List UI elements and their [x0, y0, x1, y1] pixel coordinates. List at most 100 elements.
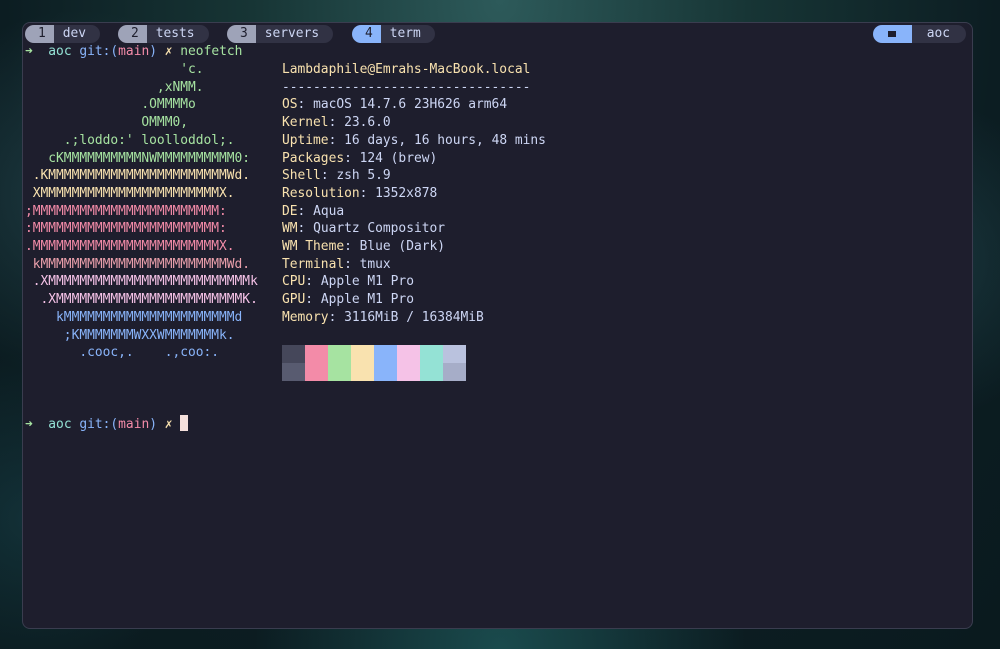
tab-dev[interactable]: 1 dev — [25, 25, 101, 43]
tab-servers[interactable]: 3 servers — [227, 25, 334, 43]
logo-line: .KMMMMMMMMMMMMMMMMMMMMMMMWd. — [25, 168, 251, 184]
tab-index: 1 — [25, 25, 54, 43]
tab-tests[interactable]: 2 tests — [118, 25, 209, 43]
info-value: Apple M1 Pro — [320, 274, 414, 290]
logo-line: 'c. — [25, 62, 204, 77]
info-row: Memory: 3116MiB / 16384MiB — [282, 309, 484, 325]
info-row: OS: macOS 14.7.6 23H626 arm64 — [282, 97, 508, 113]
info-row: Packages: 124 (brew) — [282, 150, 438, 166]
prompt-dir: aoc — [48, 44, 72, 59]
info-key: Shell — [282, 168, 321, 184]
info-value: Apple M1 Pro — [320, 292, 414, 308]
info-key: Uptime — [282, 132, 329, 148]
info-value: zsh 5.9 — [336, 168, 391, 184]
tab-label: servers — [255, 25, 334, 43]
logo-line: .MMMMMMMMMMMMMMMMMMMMMMMMX. — [25, 239, 235, 254]
logo-line: ;KMMMMMMMWXXWMMMMMMMk. — [25, 327, 235, 343]
text-cursor — [180, 415, 189, 431]
git-prefix: git:( — [79, 417, 119, 432]
tab-index: 2 — [118, 25, 147, 43]
logo-line: XMMMMMMMMMMMMMMMMMMMMMMMX. — [25, 185, 235, 201]
prompt-line: ➜ aoc git:(main) ✗ neofetch — [25, 43, 242, 61]
color-swatch — [351, 345, 374, 363]
info-value: Blue (Dark) — [359, 239, 445, 254]
logo-line: .;loddo:' loolloddol;. — [25, 132, 235, 148]
info-row: Resolution: 1352x878 — [282, 185, 438, 201]
color-swatch — [374, 363, 397, 381]
info-row: CPU: Apple M1 Pro — [282, 274, 414, 290]
logo-line: .XMMMMMMMMMMMMMMMMMMMMMMMMMMk — [25, 274, 258, 290]
color-swatch — [282, 363, 305, 381]
logo-line: ;MMMMMMMMMMMMMMMMMMMMMMMM: — [25, 203, 227, 219]
color-swatch — [443, 345, 466, 363]
info-value: 124 (brew) — [359, 150, 438, 166]
info-value: 3116MiB / 16384MiB — [344, 309, 484, 325]
color-swatch — [305, 345, 328, 363]
info-key: Kernel — [282, 115, 329, 131]
session-name: aoc — [911, 25, 966, 43]
tab-term[interactable]: 4 term — [352, 25, 435, 43]
info-value: tmux — [359, 256, 391, 272]
git-dirty-icon: ✗ — [164, 417, 173, 432]
tab-index: 4 — [352, 25, 381, 43]
tmux-status-bar: 1 dev 2 tests 3 servers 4 term aoc — [25, 25, 970, 43]
color-swatch — [305, 363, 328, 381]
prompt-line[interactable]: ➜ aoc git:(main) ✗ — [25, 415, 189, 434]
info-key: OS — [282, 97, 298, 113]
color-swatch — [397, 345, 420, 363]
logo-line: kMMMMMMMMMMMMMMMMMMMMMMMMWd. — [25, 256, 251, 272]
separator: -------------------------------- — [282, 79, 531, 95]
color-swatch — [374, 345, 397, 363]
tab-label: tests — [146, 25, 209, 43]
logo-line: ,xNMM. — [25, 79, 204, 95]
info-value: 23.6.0 — [344, 115, 391, 131]
info-row: Uptime: 16 days, 16 hours, 48 mins — [282, 132, 546, 148]
tab-index: 3 — [227, 25, 256, 43]
git-suffix: ) — [149, 44, 157, 59]
logo-line: .XMMMMMMMMMMMMMMMMMMMMMMMMK. — [25, 292, 258, 308]
info-row: WM: Quartz Compositor — [282, 221, 445, 237]
logo-line: kMMMMMMMMMMMMMMMMMMMMMMd — [25, 309, 243, 325]
git-dirty-icon: ✗ — [164, 44, 173, 59]
tab-label: term — [380, 25, 435, 43]
info-row: DE: Aqua — [282, 203, 345, 219]
command-text: neofetch — [180, 44, 243, 59]
tab-label: dev — [53, 25, 101, 43]
info-row: GPU: Apple M1 Pro — [282, 292, 414, 308]
logo-line: .OMMMMo — [25, 97, 196, 113]
info-row: Kernel: 23.6.0 — [282, 115, 391, 131]
info-key: Resolution — [282, 185, 360, 201]
user-host: Lambdaphile@Emrahs-MacBook.local — [282, 62, 531, 77]
info-value: 16 days, 16 hours, 48 mins — [344, 132, 546, 148]
info-value: Quartz Compositor — [313, 221, 445, 237]
color-swatch — [397, 363, 420, 381]
logo-line: OMMM0, — [25, 115, 188, 131]
terminal-window[interactable]: 1 dev 2 tests 3 servers 4 term aoc ➜ aoc git… — [22, 22, 973, 629]
prompt-arrow-icon: ➜ — [25, 44, 33, 59]
color-swatch — [351, 363, 374, 381]
info-row: Shell: zsh 5.9 — [282, 168, 391, 184]
info-key: WM — [282, 221, 298, 237]
info-key: Packages — [282, 150, 345, 166]
git-branch: main — [118, 44, 150, 59]
info-value: Aqua — [313, 203, 345, 219]
git-branch: main — [118, 417, 150, 432]
logo-line: :MMMMMMMMMMMMMMMMMMMMMMMM: — [25, 221, 227, 237]
info-value: 1352x878 — [375, 185, 438, 201]
color-swatch — [420, 345, 443, 363]
prompt-arrow-icon: ➜ — [25, 417, 33, 432]
info-key: Memory — [282, 309, 329, 325]
info-key: WM Theme — [282, 239, 345, 254]
git-prefix: git:( — [79, 44, 119, 59]
color-swatch — [328, 363, 351, 381]
info-key: Terminal — [282, 256, 345, 272]
info-key: CPU — [282, 274, 306, 290]
terminal-icon — [872, 25, 912, 43]
logo-line: cKMMMMMMMMMMNWMMMMMMMMMM0: — [25, 150, 251, 166]
info-key: DE — [282, 203, 298, 219]
info-row: Terminal: tmux — [282, 256, 391, 272]
color-swatch — [443, 363, 466, 381]
info-value: macOS 14.7.6 23H626 arm64 — [313, 97, 508, 113]
logo-line: .cooc,. .,coo:. — [25, 345, 220, 361]
color-swatch — [282, 345, 305, 363]
